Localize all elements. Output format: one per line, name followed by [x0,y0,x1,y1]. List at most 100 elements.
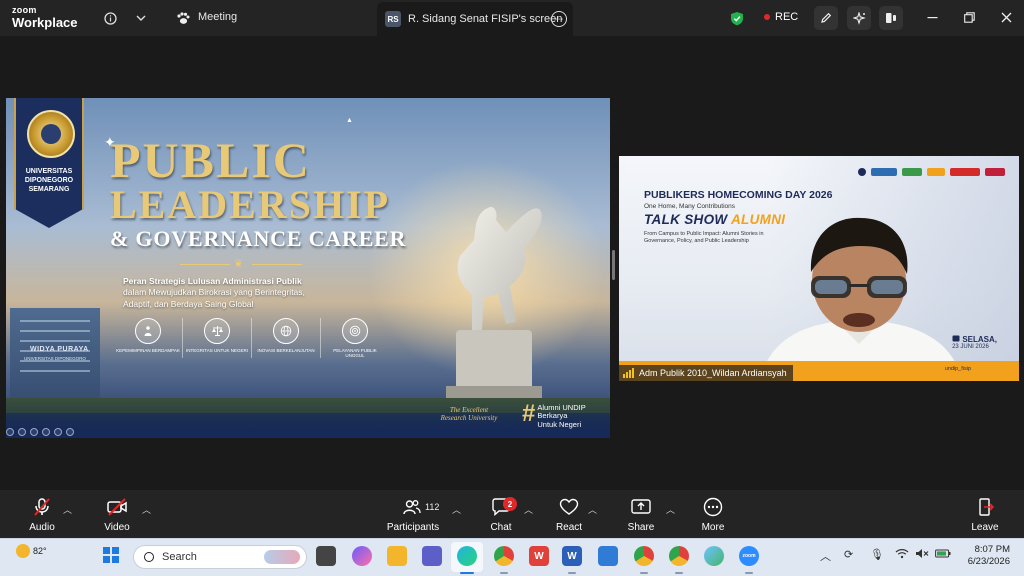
restore-icon[interactable] [961,10,977,26]
sponsor-logos [853,168,1005,176]
screen-share-tab[interactable]: RS R. Sidang Senat FISIP's screen ⋯ [377,2,573,36]
side-panel-icon[interactable] [879,6,903,30]
minimize-icon[interactable] [924,10,940,26]
title-bar: zoom Workplace Meeting RS R. Sidang Sena… [0,0,1024,36]
info-icon[interactable] [100,8,120,28]
video-button[interactable]: Video [101,496,133,533]
ai-companion-icon[interactable] [847,6,871,30]
zoom-slide-icon[interactable] [54,428,62,436]
alumni-hashtag: # Alumni UNDIP Berkarya Untuk Negeri [522,400,586,429]
zoom-app-icon[interactable]: zoom [739,546,759,566]
screen-share-tab-label: R. Sidang Senat FISIP's screen [408,13,563,25]
annotate-pen-icon[interactable] [814,6,838,30]
chevron-up-icon[interactable]: ︿ [820,548,831,564]
participants-count: 112 [425,502,440,512]
university-emblem-banner: UNIVERSITAS DIPONEGORO SEMARANG [14,98,84,228]
event-title: PUBLIKERS HOMECOMING DAY 2026 [644,189,833,201]
chat-unread-badge: 2 [503,497,517,511]
pillar-item: Pelayanan Publik Unggul [323,318,387,359]
video-options-caret[interactable]: ︿ [142,503,151,516]
prev-slide-icon[interactable] [6,428,14,436]
chrome-profile-icon[interactable] [669,546,689,566]
zoom-workplace-logo: zoom Workplace [12,5,78,30]
task-view-icon[interactable] [316,546,336,566]
pillar-item: Inovasi Berkelanjutan [254,318,318,359]
audio-options-caret[interactable]: ︿ [63,503,72,516]
microphone-muted-icon [26,496,58,518]
pillar-list: Kepemimpinan Berdampak Integritas untuk … [116,318,387,359]
participants-options-caret[interactable]: ︿ [452,503,461,516]
teams-icon[interactable] [422,546,442,566]
slide-title: PUBLIC LEADERSHIP & GOVERNANCE CAREER [110,132,407,252]
leave-button[interactable]: Leave [969,496,1001,533]
chat-options-caret[interactable]: ︿ [524,503,533,516]
slide-tagline: The Excellent Research University [440,406,498,423]
pen-tool-icon[interactable] [30,428,38,436]
react-button[interactable]: React [552,496,586,533]
calendar-icon [952,335,960,342]
leave-door-icon [969,496,1001,518]
recording-indicator[interactable]: REC [764,11,798,23]
slide-options-icon[interactable] [66,428,74,436]
pillar-item: Kepemimpinan Berdampak [116,318,180,359]
building-sign-sub: UNIVERSITAS DIPONEGORO [24,356,86,361]
zoom-meeting-window: zoom Workplace Meeting RS R. Sidang Sena… [0,0,1024,576]
mouse-cursor-icon: ▲ [346,117,353,124]
globe-icon [273,318,299,344]
copilot-icon[interactable] [352,546,372,566]
slideshow-controls[interactable] [6,428,78,436]
heart-icon [552,496,586,518]
wps-icon[interactable]: W [529,546,549,566]
target-icon [342,318,368,344]
chrome-icon[interactable] [494,546,514,566]
microphone-icon[interactable]: 🎙 [870,548,884,561]
split-view-handle[interactable] [612,250,615,280]
chrome-profile-icon[interactable] [634,546,654,566]
edge-icon[interactable] [457,546,477,566]
event-date: SELASA, 23 JUNI 2026 [952,335,997,350]
maps-icon[interactable] [704,546,724,566]
participant-video-image [760,217,962,381]
participant-video-tile[interactable]: PUBLIKERS HOMECOMING DAY 2026 One Home, … [619,156,1019,381]
start-button[interactable] [103,547,119,563]
horse-statue-image [446,206,542,400]
pillar-item: Integritas untuk Negeri [185,318,249,359]
wifi-icon[interactable] [895,548,909,562]
weather-widget[interactable]: 82° [16,544,47,558]
sun-icon [16,544,30,558]
search-icon [144,552,154,562]
footer-handle: undip_fisip [944,366,971,372]
share-button[interactable]: Share [624,496,658,533]
store-icon[interactable] [598,546,618,566]
share-options-caret[interactable]: ︿ [666,503,675,516]
event-tagline: One Home, Many Contributions [644,203,736,210]
search-highlight-image [264,550,300,564]
more-button[interactable]: More [697,496,729,533]
presenter-avatar: RS [385,11,401,27]
audio-button[interactable]: Audio [26,496,58,533]
close-icon[interactable] [998,10,1014,26]
lotus-icon: ❦ [234,258,244,270]
battery-icon[interactable] [935,548,951,562]
word-icon[interactable]: W [562,546,582,566]
meeting-tab-label[interactable]: Meeting [198,11,237,23]
taskbar-clock[interactable]: 8:07 PM 6/23/2026 [962,544,1010,569]
grid-view-icon[interactable] [42,428,50,436]
more-options-icon[interactable]: ⋯ [551,11,567,27]
speaker-muted-icon[interactable] [915,548,929,562]
building-sign: WIDYA PURAYA [30,346,89,353]
undip-seal-icon [27,110,75,158]
share-screen-icon [624,496,658,518]
camera-off-icon [101,496,133,518]
scales-icon [204,318,230,344]
participant-name-tag: Adm Publik 2010_Wildan Ardiansyah [619,365,793,381]
shield-icon[interactable] [727,8,747,28]
chevron-down-icon[interactable] [131,8,151,28]
more-icon [697,496,729,518]
sync-icon[interactable]: ⟳ [844,548,853,561]
slide-subtitle: Peran Strategis Lulusan Administrasi Pub… [123,276,305,309]
next-slide-icon[interactable] [18,428,26,436]
taskbar-search[interactable]: Search [133,545,307,569]
file-explorer-icon[interactable] [387,546,407,566]
react-options-caret[interactable]: ︿ [588,503,597,516]
